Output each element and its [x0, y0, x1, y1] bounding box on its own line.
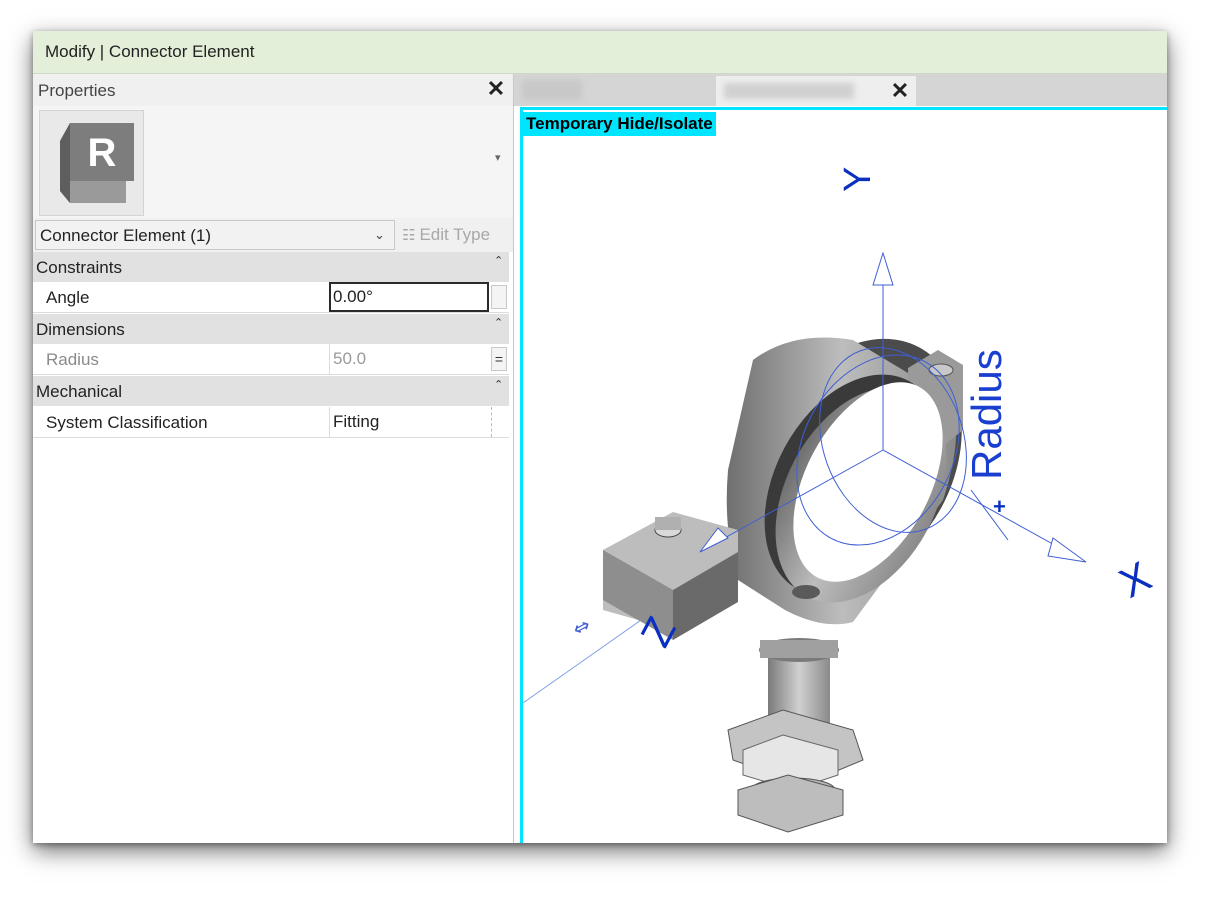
- view-tab-bar: ✕: [514, 74, 1167, 106]
- inner-bolt-hole: [792, 585, 820, 599]
- left-bolt-shank: [655, 517, 681, 530]
- row-divider: [491, 407, 493, 437]
- system-classification-field[interactable]: Fitting: [329, 407, 489, 437]
- collapse-icon[interactable]: ⌃: [494, 254, 503, 267]
- view-tab-blurred[interactable]: [522, 80, 582, 100]
- view-tab-label-blurred: [724, 83, 854, 99]
- angle-input[interactable]: 0.00°: [329, 282, 489, 312]
- edit-type-button[interactable]: ☷ Edit Type: [402, 220, 490, 250]
- flip-arrows-icon[interactable]: ⇔: [568, 612, 594, 641]
- view-tab-active[interactable]: ✕: [716, 76, 916, 106]
- edit-type-label: Edit Type: [419, 225, 491, 244]
- chevron-down-icon: ⌄: [374, 227, 385, 242]
- dropdown-arrow-icon[interactable]: ▾: [495, 151, 501, 164]
- system-classification-value: Fitting: [333, 412, 380, 431]
- revit-window: Modify | Connector Element Properties ✕ …: [33, 31, 1167, 843]
- rod-collar-band: [760, 640, 838, 658]
- properties-title: Properties: [38, 81, 116, 100]
- properties-panel: Properties ✕ R ▾ Connector Element (1) ⌄…: [33, 74, 514, 843]
- radius-value: 50.0: [333, 349, 367, 368]
- properties-header: Properties ✕: [33, 74, 513, 106]
- collapse-icon[interactable]: ⌃: [494, 378, 503, 391]
- instance-selector-row: Connector Element (1) ⌄ ☷ Edit Type: [33, 218, 513, 252]
- close-icon[interactable]: ✕: [888, 78, 912, 104]
- type-selector[interactable]: R ▾: [33, 106, 513, 218]
- context-title-bar: Modify | Connector Element: [33, 31, 1167, 74]
- param-row-angle: Angle 0.00°: [33, 282, 509, 313]
- section-mechanical[interactable]: Mechanical ⌃: [33, 376, 509, 406]
- context-title: Modify | Connector Element: [45, 42, 255, 61]
- param-row-radius: Radius 50.0 =: [33, 344, 509, 375]
- radius-label: Radius: [963, 349, 1010, 480]
- connector-3d-view: Y X Z Radius + ⇔: [523, 167, 1159, 833]
- param-name: Radius: [46, 350, 99, 369]
- radius-field: 50.0: [329, 344, 489, 374]
- drawing-viewport[interactable]: Temporary Hide/Isolate Y X Z Radius + ⇔: [520, 107, 1167, 843]
- x-axis-label: X: [1112, 552, 1159, 607]
- element-filter-value: Connector Element (1): [40, 226, 212, 245]
- close-icon[interactable]: ✕: [483, 76, 509, 102]
- associate-parameter-button[interactable]: [491, 285, 507, 309]
- section-constraints[interactable]: Constraints ⌃: [33, 252, 509, 282]
- y-axis-arrow: [872, 251, 894, 286]
- angle-value: 0.00°: [333, 287, 373, 306]
- y-axis-label: Y: [837, 167, 879, 192]
- collapse-icon[interactable]: ⌃: [494, 316, 503, 329]
- section-dimensions[interactable]: Dimensions ⌃: [33, 314, 509, 344]
- section-label: Dimensions: [36, 320, 125, 339]
- param-name: Angle: [46, 288, 90, 307]
- element-filter-dropdown[interactable]: Connector Element (1) ⌄: [35, 220, 395, 250]
- x-axis-arrow: [1047, 537, 1087, 563]
- revit-logo-icon: R: [60, 123, 134, 203]
- edit-type-icon: ☷: [402, 227, 416, 244]
- section-label: Mechanical: [36, 382, 122, 401]
- revit-logo-letter: R: [88, 131, 117, 175]
- section-label: Constraints: [36, 258, 122, 277]
- associate-parameter-button[interactable]: =: [491, 347, 507, 371]
- param-row-system-classification: System Classification Fitting: [33, 407, 509, 438]
- radius-plus-icon[interactable]: +: [993, 494, 1006, 519]
- param-name: System Classification: [46, 413, 208, 432]
- type-thumbnail: R: [39, 110, 144, 216]
